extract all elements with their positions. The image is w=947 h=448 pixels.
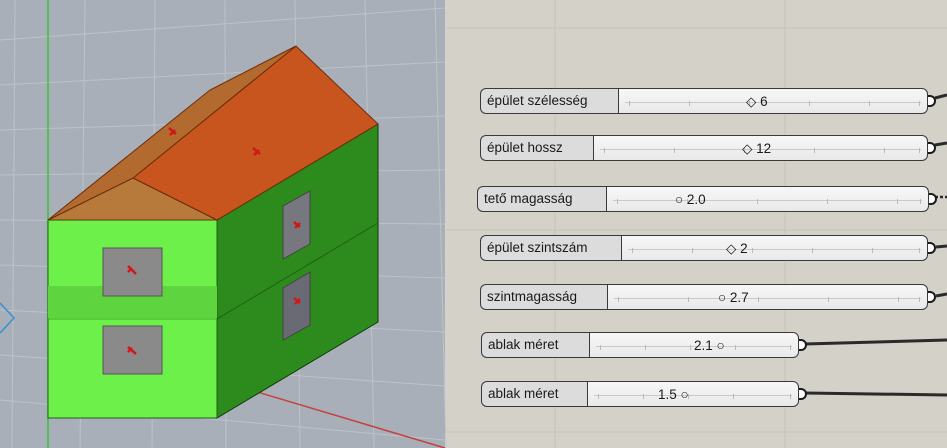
slider-value: 2.7 (729, 290, 749, 305)
slider-label: ablak méret (481, 332, 589, 358)
slider-epulet-hossz[interactable]: épület hossz ◇ 12 (480, 135, 928, 161)
slider-handle[interactable]: 2.1 ○ (694, 333, 725, 359)
slider-value: 2.1 (694, 338, 713, 353)
slider-handle[interactable]: ○ 2.0 (675, 187, 706, 213)
slider-label: épület szintszám (480, 235, 621, 261)
slider-track[interactable]: ◇ 2 (621, 235, 928, 261)
slider-epulet-szintszam[interactable]: épület szintszám ◇ 2 (480, 235, 928, 261)
slider-ablak-meret-1[interactable]: ablak méret 2.1 ○ (481, 332, 799, 358)
slider-epulet-szelesseg[interactable]: épület szélesség ◇ 6 (480, 88, 928, 114)
slider-ablak-meret-2[interactable]: ablak méret 1.5 ○ (481, 381, 799, 407)
slider-handle[interactable]: ◇ 2 (726, 236, 748, 262)
slider-track[interactable]: 1.5 ○ (587, 381, 799, 407)
slider-value: 2 (740, 241, 748, 256)
slider-label: tető magasság (477, 186, 606, 212)
slider-track[interactable]: ◇ 6 (618, 88, 928, 114)
slider-handle[interactable]: 1.5 ○ (658, 382, 689, 408)
rhino-3d-viewport[interactable] (0, 0, 947, 448)
slider-label: épület szélesség (480, 88, 618, 114)
slider-label: épület hossz (480, 135, 593, 161)
slider-szintmagassag[interactable]: szintmagasság ○ 2.7 (480, 284, 928, 310)
slider-value: 2.0 (686, 192, 706, 207)
slider-handle[interactable]: ◇ 12 (742, 136, 771, 162)
slider-value: 1.5 (658, 387, 677, 402)
slider-track[interactable]: ○ 2.0 (606, 186, 929, 212)
slider-value: 6 (760, 94, 768, 109)
slider-label: szintmagasság (480, 284, 607, 310)
slider-value: 12 (756, 141, 772, 156)
slider-label: ablak méret (481, 381, 587, 407)
slider-handle[interactable]: ◇ 6 (746, 89, 768, 115)
slider-handle[interactable]: ○ 2.7 (718, 285, 749, 311)
slider-track[interactable]: ○ 2.7 (607, 284, 928, 310)
slider-track[interactable]: ◇ 12 (593, 135, 928, 161)
slider-track[interactable]: 2.1 ○ (589, 332, 799, 358)
slider-teto-magassag[interactable]: tető magasság ○ 2.0 (477, 186, 929, 212)
